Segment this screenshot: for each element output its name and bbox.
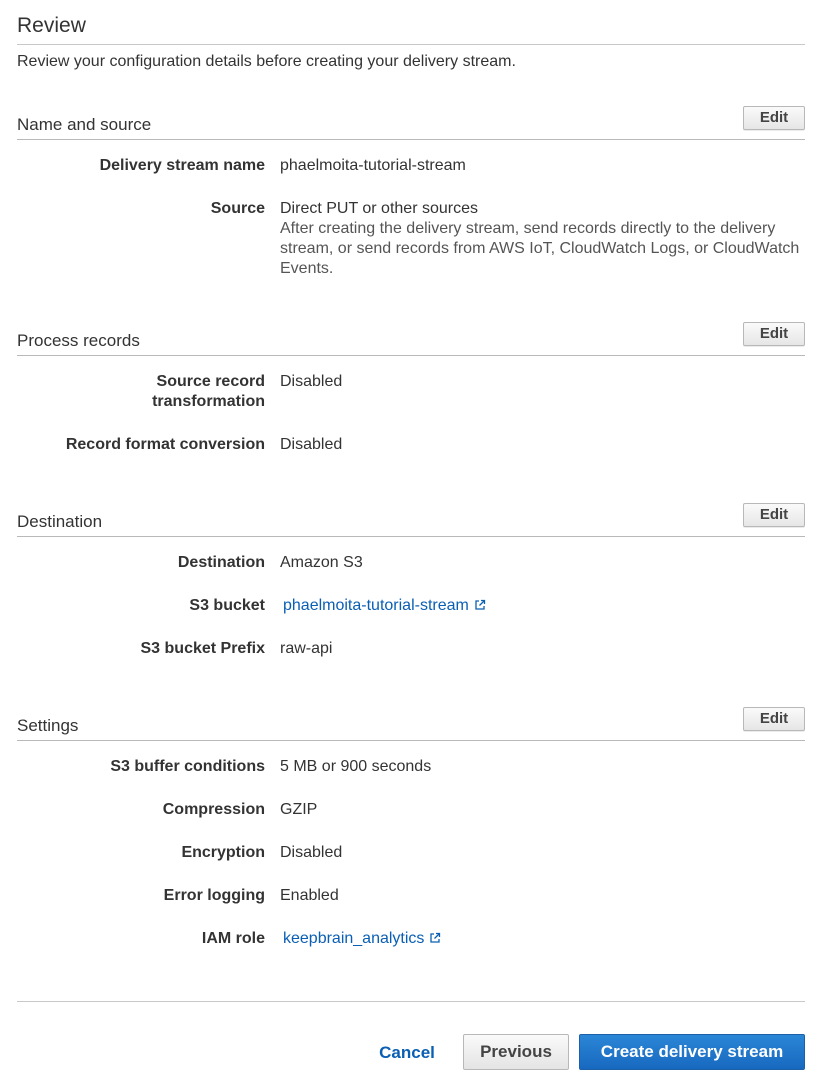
field-value: keepbrain_analytics bbox=[280, 929, 800, 949]
review-page: Review Review your configuration details… bbox=[0, 0, 834, 1084]
section-divider bbox=[17, 139, 805, 140]
field-value: Enabled bbox=[280, 887, 339, 904]
edit-process-records-button[interactable]: Edit bbox=[743, 322, 805, 346]
section-divider bbox=[17, 740, 805, 741]
external-link-icon[interactable] bbox=[429, 932, 441, 944]
section-title: Name and source bbox=[17, 115, 152, 134]
section-header-name-source: Name and source Edit bbox=[17, 106, 805, 140]
external-link-icon[interactable] bbox=[474, 599, 486, 611]
create-delivery-stream-button[interactable]: Create delivery stream bbox=[579, 1034, 805, 1070]
edit-name-source-button[interactable]: Edit bbox=[743, 106, 805, 130]
field-label: Compression bbox=[162, 801, 265, 818]
field-label: S3 bucket bbox=[189, 597, 265, 614]
field-label: Error logging bbox=[163, 887, 265, 904]
title-divider bbox=[17, 44, 805, 45]
field-value: Amazon S3 bbox=[280, 554, 363, 571]
cancel-button[interactable]: Cancel bbox=[366, 1036, 448, 1070]
field-value: phaelmoita-tutorial-stream bbox=[280, 157, 466, 174]
previous-button[interactable]: Previous bbox=[463, 1034, 569, 1070]
section-header-process-records: Process records Edit bbox=[17, 322, 805, 356]
field-value: Disabled bbox=[280, 844, 343, 861]
section-title: Destination bbox=[17, 512, 103, 531]
page-title: Review bbox=[17, 14, 86, 37]
field-label: S3 bucket Prefix bbox=[140, 640, 266, 657]
edit-settings-button[interactable]: Edit bbox=[743, 707, 805, 731]
field-value: raw-api bbox=[280, 640, 333, 657]
field-label: Delivery stream name bbox=[99, 157, 265, 174]
field-label: IAM role bbox=[201, 930, 265, 947]
field-label: Source record transformation bbox=[152, 373, 265, 410]
edit-destination-button[interactable]: Edit bbox=[743, 503, 805, 527]
source-value: Direct PUT or other sources bbox=[280, 200, 478, 217]
iam-role-link[interactable]: keepbrain_analytics bbox=[283, 930, 424, 947]
section-divider bbox=[17, 536, 805, 537]
footer-divider bbox=[17, 1001, 805, 1002]
field-label: Record format conversion bbox=[65, 436, 265, 453]
field-value: 5 MB or 900 seconds bbox=[280, 758, 432, 775]
section-divider bbox=[17, 355, 805, 356]
s3-bucket-link[interactable]: phaelmoita-tutorial-stream bbox=[283, 597, 469, 614]
field-value: phaelmoita-tutorial-stream bbox=[280, 596, 800, 616]
field-value: Disabled bbox=[280, 373, 343, 390]
field-value: Disabled bbox=[280, 436, 343, 453]
section-header-destination: Destination Edit bbox=[17, 503, 805, 537]
field-label: Encryption bbox=[181, 844, 265, 861]
field-label: Destination bbox=[177, 554, 265, 571]
field-label: S3 buffer conditions bbox=[110, 758, 265, 775]
field-label: Source bbox=[210, 200, 265, 217]
section-title: Settings bbox=[17, 716, 79, 735]
field-value: Direct PUT or other sources After creati… bbox=[280, 199, 800, 279]
field-value: GZIP bbox=[280, 801, 318, 818]
section-title: Process records bbox=[17, 331, 140, 350]
page-subtitle: Review your configuration details before… bbox=[17, 53, 516, 70]
source-description: After creating the delivery stream, send… bbox=[280, 220, 800, 277]
section-header-settings: Settings Edit bbox=[17, 707, 805, 741]
